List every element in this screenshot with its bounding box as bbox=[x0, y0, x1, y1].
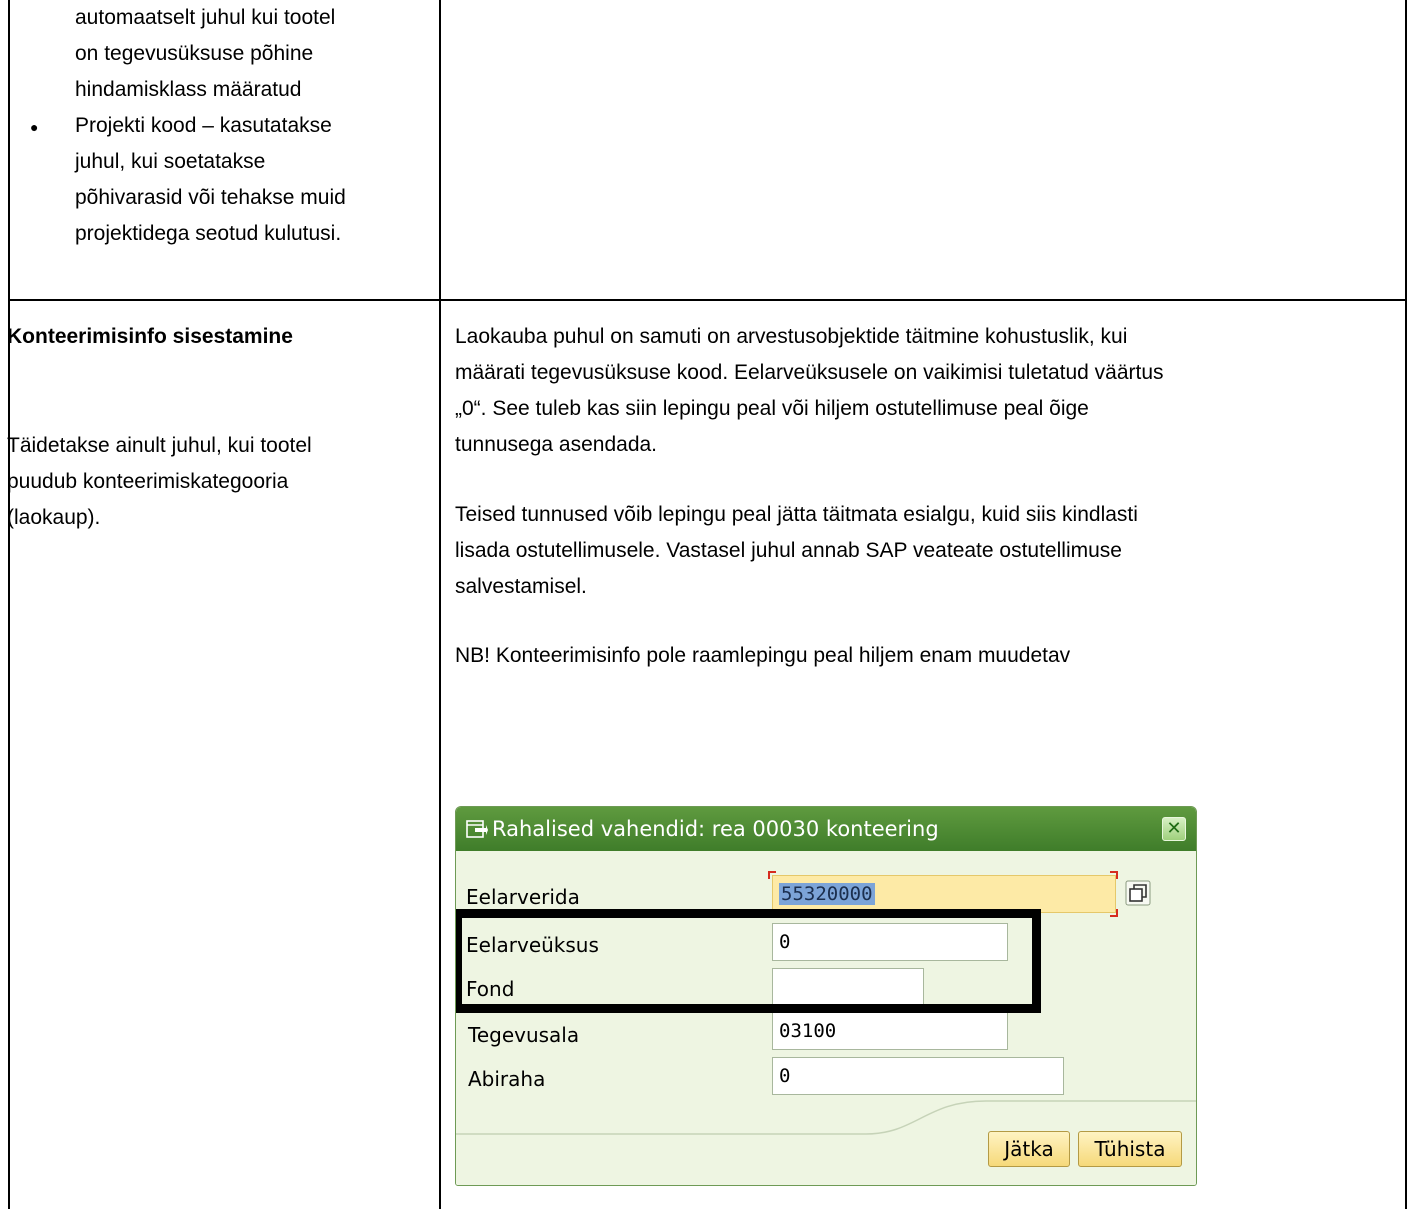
dialog-titlebar: Rahalised vahendid: rea 00030 konteering… bbox=[456, 807, 1196, 851]
left-cell-line: projektidega seotud kulutusi. bbox=[75, 222, 342, 245]
paragraph-note: NB! Konteerimisinfo pole raamlepingu pea… bbox=[455, 644, 1071, 667]
selected-value: 55320000 bbox=[779, 883, 875, 905]
dialog-body: Eelarverida 55320000 Eelarveüksus 0 Fond… bbox=[456, 851, 1196, 1185]
section-heading: Konteerimisinfo sisestamine bbox=[7, 325, 293, 348]
cancel-button[interactable]: Tühista bbox=[1078, 1131, 1182, 1167]
table-column-divider bbox=[439, 0, 441, 1209]
required-corner-icon bbox=[1110, 909, 1118, 917]
paragraph-line: lisada ostutellimusele. Vastasel juhul a… bbox=[455, 539, 1122, 562]
eelarverida-input[interactable]: 55320000 bbox=[772, 875, 1116, 913]
table-row-divider bbox=[8, 299, 1407, 301]
left-cell-line: põhivarasid või tehakse muid bbox=[75, 186, 346, 209]
note-line: (laokaup). bbox=[7, 506, 101, 529]
table-border-right bbox=[1405, 0, 1407, 1209]
left-cell-line: juhul, kui soetatakse bbox=[75, 150, 266, 173]
highlight-box bbox=[456, 909, 1041, 1013]
required-corner-icon bbox=[768, 871, 776, 879]
dialog-title: Rahalised vahendid: rea 00030 konteering bbox=[492, 817, 939, 841]
tegevusala-input[interactable]: 03100 bbox=[772, 1012, 1008, 1050]
left-cell-line: automaatselt juhul kui tootel bbox=[75, 6, 336, 29]
value-help-icon[interactable] bbox=[1124, 879, 1152, 907]
bullet-icon: ● bbox=[30, 119, 39, 135]
left-cell-line: Projekti kood – kasutatakse bbox=[75, 114, 332, 137]
field-label-abiraha: Abiraha bbox=[468, 1067, 546, 1091]
close-icon[interactable]: ✕ bbox=[1162, 817, 1186, 841]
abiraha-input[interactable]: 0 bbox=[772, 1057, 1064, 1095]
note-line: Täidetakse ainult juhul, kui tootel bbox=[7, 434, 312, 457]
note-line: puudub konteerimiskategooria bbox=[7, 470, 289, 493]
paragraph-line: salvestamisel. bbox=[455, 575, 587, 598]
paragraph-line: määrati tegevusüksuse kood. Eelarveüksus… bbox=[455, 361, 1164, 384]
continue-button[interactable]: Jätka bbox=[988, 1131, 1070, 1167]
field-label-eelarverida: Eelarverida bbox=[466, 885, 580, 909]
paragraph-line: „0“. See tuleb kas siin lepingu peal või… bbox=[455, 397, 1089, 420]
paragraph-line: Teised tunnused võib lepingu peal jätta … bbox=[455, 503, 1138, 526]
paragraph-line: tunnusega asendada. bbox=[455, 433, 658, 456]
sap-dialog: Rahalised vahendid: rea 00030 konteering… bbox=[455, 806, 1197, 1186]
table-border-left bbox=[8, 0, 10, 1209]
field-label-tegevusala: Tegevusala bbox=[468, 1023, 580, 1047]
left-cell-line: on tegevusüksuse põhine bbox=[75, 42, 314, 65]
paragraph-line: Laokauba puhul on samuti on arvestusobje… bbox=[455, 325, 1128, 348]
required-corner-icon bbox=[1110, 871, 1118, 879]
left-cell-line: hindamisklass määratud bbox=[75, 78, 302, 101]
document-edit-icon bbox=[466, 820, 488, 838]
